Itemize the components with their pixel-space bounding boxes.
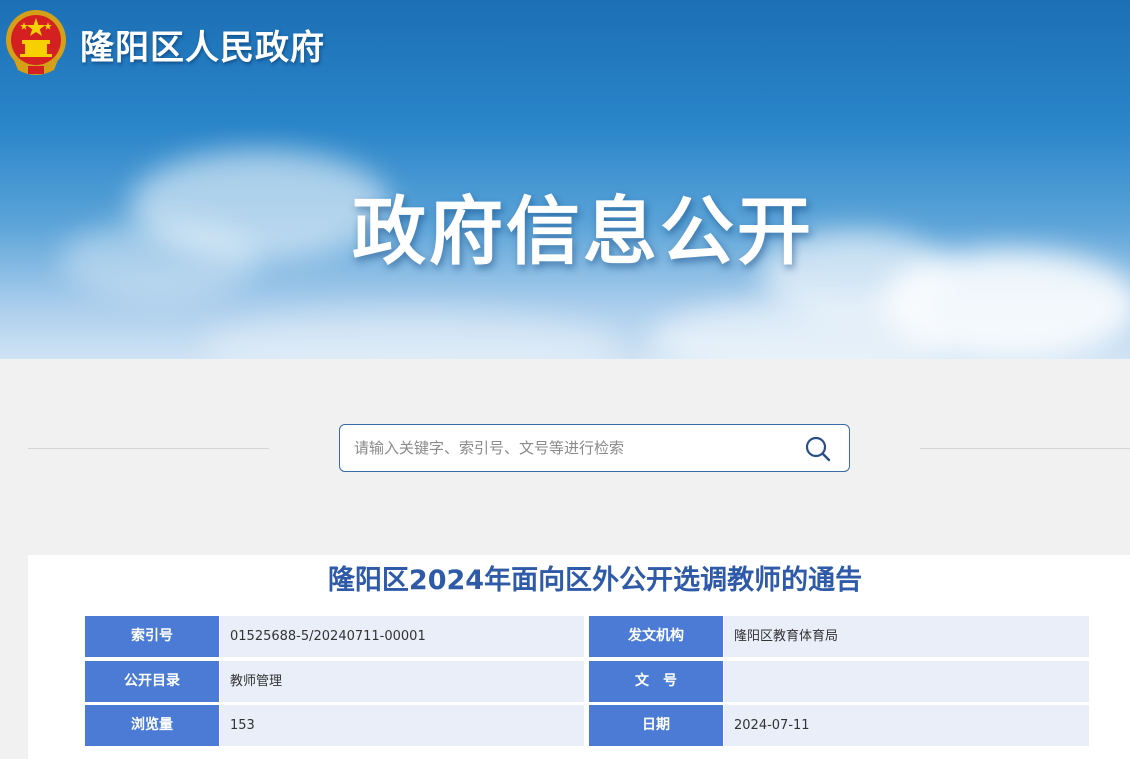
site-title[interactable]: 隆阳区人民政府 [80, 20, 325, 69]
search-input[interactable] [354, 425, 784, 471]
article-title: 隆阳区2024年面向区外公开选调教师的通告 [327, 565, 863, 596]
divider-right [920, 448, 1130, 449]
meta-value [724, 661, 1089, 702]
meta-label: 文 号 [589, 661, 723, 702]
hero-title: 政府信息公开 [352, 189, 814, 275]
meta-label: 日期 [589, 705, 723, 746]
meta-value: 01525688-5/20240711-00001 [220, 616, 584, 657]
meta-row: 公开目录 教师管理 文 号 [85, 661, 1089, 702]
meta-label: 发文机构 [589, 616, 723, 657]
meta-label: 浏览量 [85, 705, 219, 746]
meta-row: 浏览量 153 日期 2024-07-11 [85, 705, 1089, 746]
meta-value: 教师管理 [220, 661, 584, 702]
meta-label: 索引号 [85, 616, 219, 657]
national-emblem-icon [6, 10, 66, 75]
meta-value: 2024-07-11 [724, 705, 1089, 746]
meta-label: 公开目录 [85, 661, 219, 702]
cloud-decoration [200, 310, 620, 359]
meta-value: 隆阳区教育体育局 [724, 616, 1089, 657]
header-banner: 隆阳区人民政府 政府信息公开 [0, 0, 1130, 359]
meta-row: 索引号 01525688-5/20240711-00001 发文机构 隆阳区教育… [85, 616, 1089, 657]
meta-value: 153 [220, 705, 584, 746]
cloud-decoration [60, 220, 260, 300]
divider-left [28, 448, 269, 449]
search-bar [339, 424, 850, 472]
search-icon[interactable] [803, 434, 833, 464]
